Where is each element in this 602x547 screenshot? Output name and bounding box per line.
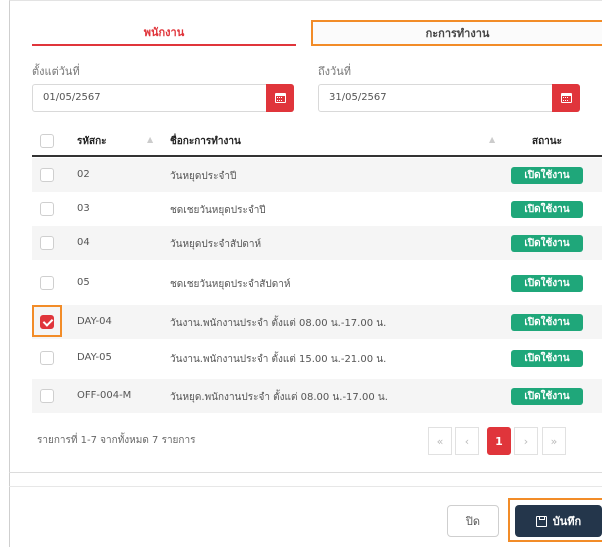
status-badge: เปิดใช้งาน: [511, 275, 583, 292]
shift-code: 05: [77, 277, 90, 288]
status-badge: เปิดใช้งาน: [511, 201, 583, 218]
shift-name: วันงาน.พนักงานประจำ ตั้งแต่ 15.00 น.-21.…: [170, 354, 387, 365]
content-divider: [9, 472, 602, 473]
table-header: รหัสกะ ▲ ชื่อกะการทำงาน ▲ สถานะ: [32, 124, 602, 157]
calendar-icon: [560, 93, 572, 103]
from-date-label: ตั้งแต่วันที่: [32, 65, 80, 78]
row-checkbox[interactable]: [40, 351, 54, 365]
sort-icon[interactable]: ▲: [147, 135, 153, 144]
pagination-next-button[interactable]: ›: [514, 427, 538, 455]
shift-code: 03: [77, 203, 90, 214]
to-calendar-button[interactable]: [552, 84, 580, 112]
shift-name: ชดเชยวันหยุดประจำปี: [170, 205, 266, 216]
footer-divider: [9, 486, 602, 487]
shift-code: DAY-04: [77, 316, 112, 327]
shift-name: วันหยุดประจำสัปดาห์: [170, 239, 262, 250]
table-row[interactable]: DAY-05 วันงาน.พนักงานประจำ ตั้งแต่ 15.00…: [32, 341, 602, 375]
calendar-icon: [274, 93, 286, 103]
chevron-right-icon: ›: [514, 427, 538, 455]
sort-icon[interactable]: ▲: [489, 135, 495, 144]
from-date-value: 01/05/2567: [43, 92, 101, 103]
status-badge: เปิดใช้งาน: [511, 167, 583, 184]
table-row[interactable]: 05 ชดเชยวันหยุดประจำสัปดาห์ เปิดใช้งาน: [32, 266, 602, 300]
from-date-field[interactable]: 01/05/2567: [32, 84, 294, 112]
status-badge: เปิดใช้งาน: [511, 350, 583, 367]
shift-name: วันหยุดประจำปี: [170, 171, 237, 182]
to-date-field[interactable]: 31/05/2567: [318, 84, 580, 112]
column-header-status: สถานะ: [532, 136, 562, 147]
table-row[interactable]: 03 ชดเชยวันหยุดประจำปี เปิดใช้งาน: [32, 192, 602, 226]
chevron-left-icon: ‹: [455, 427, 479, 455]
shift-code: OFF-004-M: [77, 390, 132, 401]
row-checkbox[interactable]: [40, 168, 54, 182]
column-header-code[interactable]: รหัสกะ: [77, 134, 107, 149]
to-date-label: ถึงวันที่: [318, 65, 351, 78]
double-chevron-right-icon: »: [542, 427, 566, 455]
tab-employee[interactable]: พนักงาน: [32, 20, 296, 46]
table-row[interactable]: 04 วันหยุดประจำสัปดาห์ เปิดใช้งาน: [32, 226, 602, 260]
shift-code: DAY-05: [77, 352, 112, 363]
pagination-last-button[interactable]: »: [542, 427, 566, 455]
pagination-page-1[interactable]: 1: [487, 427, 511, 455]
checkbox-focus-ring: [32, 305, 62, 337]
column-header-name[interactable]: ชื่อกะการทำงาน: [170, 134, 241, 149]
table-row[interactable]: OFF-004-M วันหยุด.พนักงานประจำ ตั้งแต่ 0…: [32, 379, 602, 413]
from-calendar-button[interactable]: [266, 84, 294, 112]
select-all-checkbox[interactable]: [40, 134, 54, 148]
close-button[interactable]: ปิด: [447, 505, 499, 537]
floppy-disk-icon: [535, 515, 547, 527]
pagination-prev-button[interactable]: ‹: [455, 427, 479, 455]
row-checkbox[interactable]: [40, 202, 54, 216]
save-button[interactable]: บันทึก: [515, 505, 602, 537]
status-badge: เปิดใช้งาน: [511, 314, 583, 331]
table-row[interactable]: 02 วันหยุดประจำปี เปิดใช้งาน: [32, 158, 602, 192]
tab-shift[interactable]: กะการทำงาน: [311, 20, 602, 46]
save-button-label: บันทึก: [552, 515, 582, 528]
row-checkbox[interactable]: [40, 236, 54, 250]
page-number: 1: [487, 427, 511, 455]
shift-code: 04: [77, 237, 90, 248]
status-badge: เปิดใช้งาน: [511, 388, 583, 405]
pagination-info: รายการที่ 1-7 จากทั้งหมด 7 รายการ: [37, 435, 196, 446]
shift-code: 02: [77, 169, 90, 180]
pagination-first-button[interactable]: «: [428, 427, 452, 455]
status-badge: เปิดใช้งาน: [511, 235, 583, 252]
shift-name: ชดเชยวันหยุดประจำสัปดาห์: [170, 279, 291, 290]
double-chevron-left-icon: «: [428, 427, 452, 455]
row-checkbox[interactable]: [40, 389, 54, 403]
row-checkbox[interactable]: [40, 276, 54, 290]
shift-name: วันหยุด.พนักงานประจำ ตั้งแต่ 08.00 น.-17…: [170, 392, 388, 403]
shift-name: วันงาน.พนักงานประจำ ตั้งแต่ 08.00 น.-17.…: [170, 318, 387, 329]
to-date-value: 31/05/2567: [329, 92, 387, 103]
table-row[interactable]: DAY-04 วันงาน.พนักงานประจำ ตั้งแต่ 08.00…: [32, 305, 602, 339]
